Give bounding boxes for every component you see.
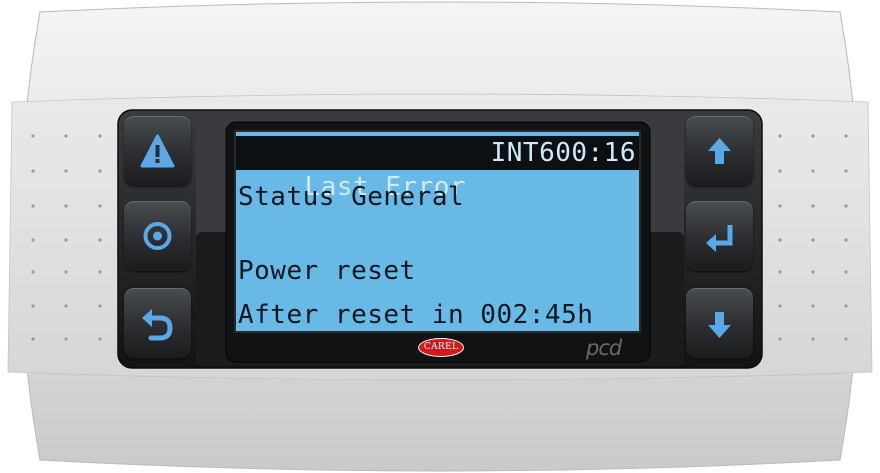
up-button[interactable]: [686, 116, 753, 186]
screen-line-4: Power reset: [238, 256, 416, 286]
alarm-icon: [140, 134, 175, 168]
alarm-button[interactable]: [124, 116, 191, 186]
program-icon: [143, 222, 172, 250]
screen-line-2: Status General: [238, 182, 465, 212]
screen-line-5: After reset in 002:45h: [238, 300, 594, 330]
enter-icon: [706, 225, 733, 252]
escape-button[interactable]: [124, 288, 191, 358]
escape-icon: [142, 309, 173, 341]
model-label: pcd: [586, 336, 622, 360]
lcd-screen: Last Error INT600:16 Status General Powe…: [234, 130, 641, 333]
arrow-up-icon: [708, 138, 731, 164]
arrow-down-icon: [708, 312, 731, 338]
screen-header: Last Error INT600:16: [236, 136, 639, 202]
header-code: INT600:16: [490, 138, 636, 168]
screen-line-3: [238, 220, 637, 254]
program-button[interactable]: [124, 201, 191, 271]
enter-button[interactable]: [686, 201, 753, 271]
down-button[interactable]: [686, 288, 753, 358]
brand-logo: CAREL: [418, 338, 464, 357]
